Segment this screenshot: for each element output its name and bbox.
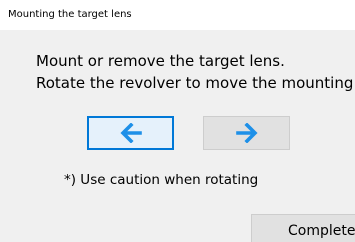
- complete-button-label: Complete: [288, 223, 355, 239]
- arrow-left-icon: [119, 123, 142, 143]
- arrow-right-icon: [235, 123, 258, 143]
- rotate-left-button[interactable]: [87, 116, 174, 150]
- instruction-text-mount: Mount or remove the target lens.: [36, 52, 285, 70]
- rotate-right-button[interactable]: [203, 116, 290, 150]
- complete-button[interactable]: Complete: [251, 214, 355, 242]
- instruction-text-rotate: Rotate the revolver to move the mounting…: [36, 74, 355, 92]
- dialog-window: Mounting the target lens Mount or remove…: [0, 0, 355, 242]
- title-bar: Mounting the target lens: [0, 0, 355, 30]
- window-title: Mounting the target lens: [8, 9, 132, 20]
- caution-note: *) Use caution when rotating: [64, 172, 259, 188]
